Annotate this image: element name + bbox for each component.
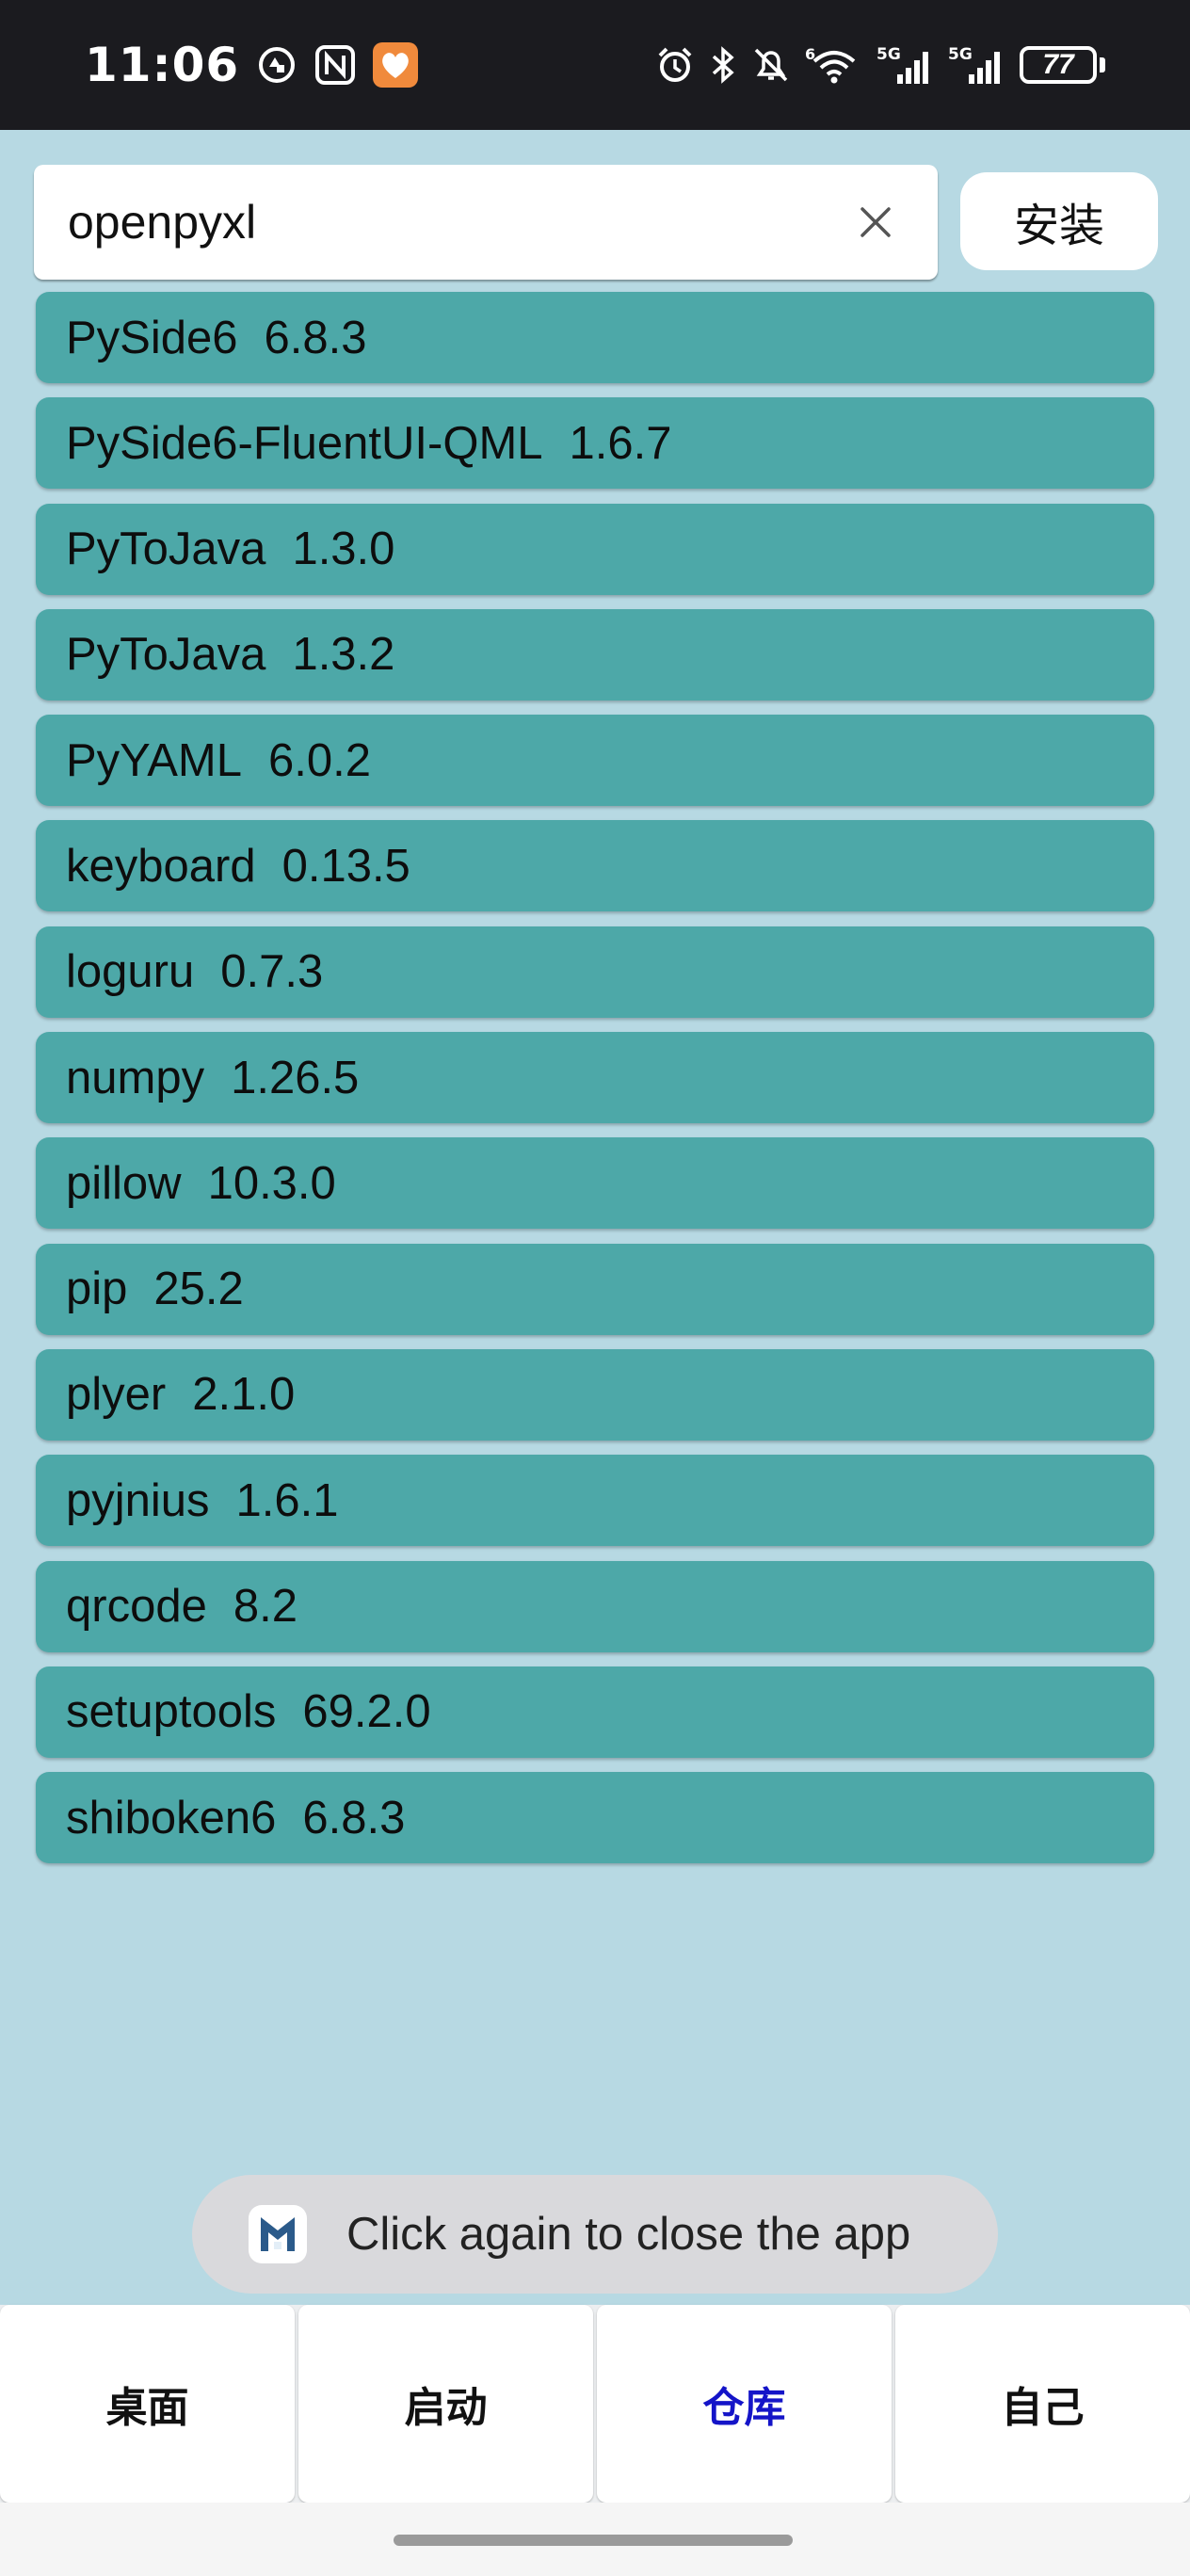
package-list-item[interactable]: plyer 2.1.0 (36, 1348, 1154, 1441)
package-name: loguru (66, 946, 195, 998)
app-screen: 11:06 6 5G 5G 77 openpyxl 安装 PySide6 6.8… (0, 0, 1190, 2576)
package-version: 6.8.3 (302, 1792, 406, 1843)
install-button[interactable]: 安装 (960, 172, 1158, 270)
package-list-item[interactable]: keyboard 0.13.5 (36, 820, 1154, 912)
package-version: 0.7.3 (220, 946, 324, 998)
package-name: plyer (66, 1369, 167, 1421)
data-saver-icon (256, 44, 298, 86)
toast: Click again to close the app (192, 2175, 998, 2294)
battery-tip (1100, 57, 1105, 72)
package-version: 1.3.2 (292, 629, 395, 681)
package-version: 6.8.3 (264, 312, 367, 363)
package-list-item[interactable]: numpy 1.26.5 (36, 1032, 1154, 1124)
package-name: qrcode (66, 1581, 207, 1633)
package-name: PyYAML (66, 734, 242, 786)
package-list-item[interactable]: pyjnius 1.6.1 (36, 1455, 1154, 1547)
package-list-item[interactable]: PyYAML 6.0.2 (36, 715, 1154, 807)
package-search-input[interactable] (68, 195, 847, 250)
package-name: PyToJava (66, 523, 266, 575)
package-name: PySide6 (66, 312, 238, 363)
package-list-item[interactable]: loguru 0.7.3 (36, 926, 1154, 1018)
package-name: shiboken6 (66, 1792, 277, 1843)
svg-text:5G: 5G (948, 45, 973, 64)
tab-repository[interactable]: 仓库 (597, 2305, 892, 2503)
package-list-item[interactable]: PyToJava 1.3.2 (36, 608, 1154, 700)
package-name: setuptools (66, 1686, 277, 1738)
battery-level: 77 (1020, 46, 1097, 84)
package-name: PyToJava (66, 629, 266, 681)
health-app-icon (373, 42, 419, 88)
package-list-item[interactable]: qrcode 8.2 (36, 1560, 1154, 1652)
package-name: PySide6-FluentUI-QML (66, 417, 543, 469)
tab-launch[interactable]: 启动 (298, 2305, 593, 2503)
package-version: 69.2.0 (302, 1686, 431, 1738)
tab-desktop[interactable]: 桌面 (0, 2305, 295, 2503)
package-name: pillow (66, 1157, 182, 1209)
toast-message: Click again to close the app (346, 2209, 911, 2260)
status-right: 6 5G 5G 77 (654, 44, 1105, 86)
search-row: 安装 (34, 165, 1158, 280)
package-version: 1.26.5 (231, 1052, 360, 1103)
package-list-item[interactable]: PySide6 6.8.3 (36, 292, 1154, 383)
package-list-item[interactable]: shiboken6 6.8.3 (36, 1772, 1154, 1864)
package-version: 25.2 (153, 1264, 244, 1315)
status-left: 11:06 (85, 38, 419, 92)
package-list-item[interactable]: pip 25.2 (36, 1243, 1154, 1335)
bottom-nav: 桌面 启动 仓库 自己 (0, 2305, 1190, 2503)
package-version: 1.3.0 (292, 523, 395, 575)
package-list: PySide6 6.8.3 PySide6-FluentUI-QML 1.6.7 PyT… (36, 292, 1154, 1877)
package-version: 10.3.0 (207, 1157, 336, 1209)
signal-5g-1-icon: 5G (876, 44, 935, 86)
close-icon[interactable] (847, 194, 904, 250)
package-list-item[interactable]: pillow 10.3.0 (36, 1137, 1154, 1230)
package-version: 6.0.2 (267, 734, 371, 786)
package-version: 1.6.7 (569, 417, 672, 469)
status-bar: 11:06 6 5G 5G 77 (0, 0, 1190, 130)
package-list-item[interactable]: PyToJava 1.3.0 (36, 503, 1154, 595)
search-box (34, 165, 938, 280)
package-name: pyjnius (66, 1474, 210, 1526)
alarm-icon (654, 44, 696, 86)
package-list-item[interactable]: PySide6-FluentUI-QML 1.6.7 (36, 397, 1154, 490)
bluetooth-icon (709, 44, 737, 86)
package-name: pip (66, 1264, 128, 1315)
status-time: 11:06 (85, 38, 240, 92)
package-version: 2.1.0 (192, 1369, 296, 1421)
gesture-area (0, 2503, 1190, 2576)
package-name: keyboard (66, 840, 256, 892)
package-name: numpy (66, 1052, 205, 1103)
battery-icon: 77 (1020, 46, 1105, 84)
tab-self[interactable]: 自己 (895, 2305, 1190, 2503)
signal-5g-2-icon: 5G (948, 44, 1006, 86)
mute-bell-icon (750, 44, 792, 86)
svg-text:5G: 5G (876, 45, 901, 64)
package-version: 8.2 (233, 1581, 298, 1633)
nfc-icon (314, 44, 356, 86)
app-logo-icon (249, 2205, 307, 2263)
package-list-item[interactable]: setuptools 69.2.0 (36, 1666, 1154, 1758)
home-indicator[interactable] (394, 2535, 793, 2546)
wifi-icon: 6 (805, 44, 863, 86)
package-version: 0.13.5 (281, 840, 410, 892)
package-version: 1.6.1 (235, 1474, 339, 1526)
